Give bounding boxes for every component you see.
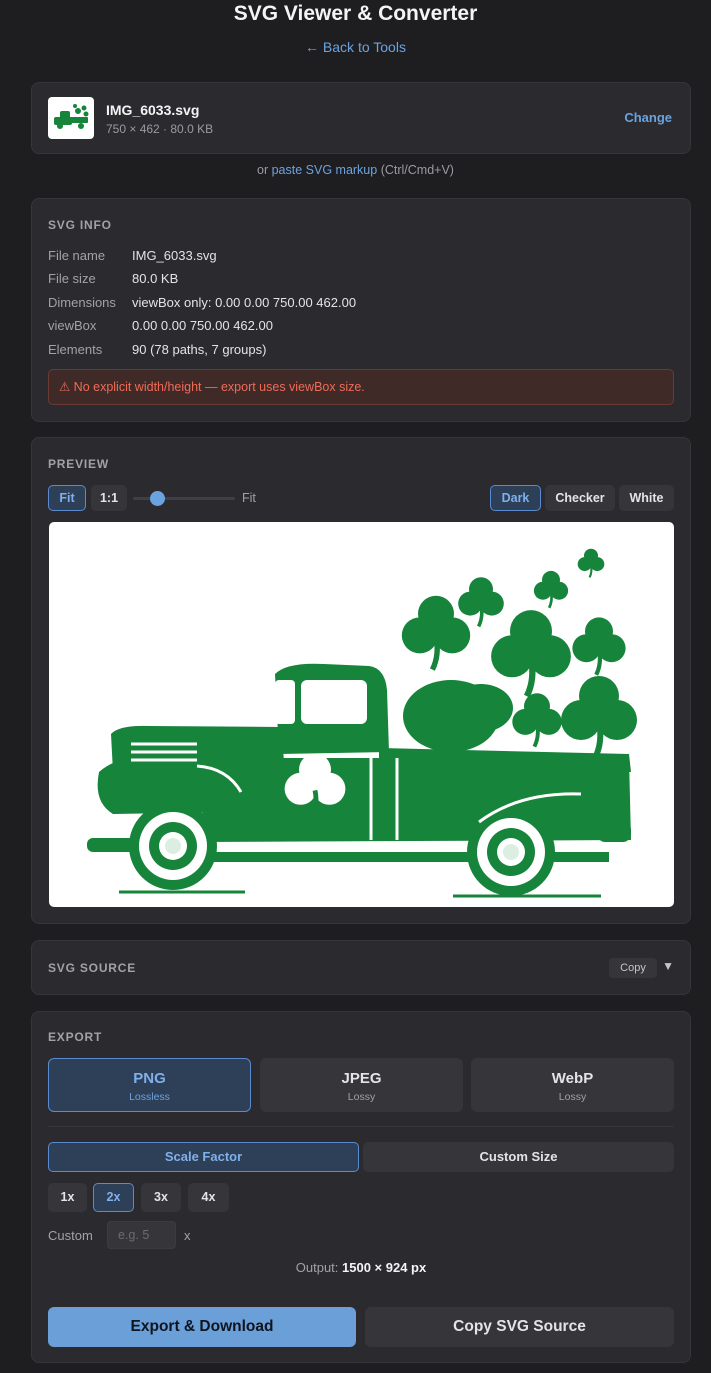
section-title-svg-info: SVG INFO xyxy=(48,218,112,232)
format-name: WebP xyxy=(551,1070,594,1087)
zoom-label: Fit xyxy=(242,491,256,505)
file-meta: 750 × 462 · 80.0 KB xyxy=(106,122,214,136)
format-sub: Lossless xyxy=(129,1091,170,1103)
export-download-button[interactable]: Export & Download xyxy=(48,1307,356,1347)
bg-white-button[interactable]: White xyxy=(619,485,674,511)
format-sub: Lossy xyxy=(558,1091,587,1103)
back-to-tools-link[interactable]: ← Back to Tools xyxy=(0,38,711,56)
scale-3x-button[interactable]: 3x xyxy=(141,1183,181,1212)
section-title-export: EXPORT xyxy=(48,1030,103,1044)
svg-source-card[interactable]: SVG SOURCE Copy ▼ xyxy=(31,940,691,995)
format-webp-button[interactable]: WebP Lossy xyxy=(471,1058,674,1112)
format-jpeg-button[interactable]: JPEG Lossy xyxy=(260,1058,463,1112)
info-key: viewBox xyxy=(48,318,97,333)
format-name: JPEG xyxy=(341,1070,382,1087)
paste-suffix: (Ctrl/Cmd+V) xyxy=(377,163,454,177)
custom-scale-input[interactable] xyxy=(107,1221,176,1249)
zoom-slider-track[interactable] xyxy=(133,497,235,500)
preview-card: PREVIEW Fit 1:1 Fit Dark Checker White xyxy=(31,437,691,924)
custom-size-tab[interactable]: Custom Size xyxy=(363,1142,674,1172)
svg-info-card: SVG INFO File name IMG_6033.svg File siz… xyxy=(31,198,691,422)
zoom-1to1-button[interactable]: 1:1 xyxy=(91,485,127,511)
info-key: Elements xyxy=(48,342,103,357)
divider xyxy=(48,1126,674,1127)
paste-svg-link[interactable]: paste SVG markup xyxy=(272,163,378,177)
info-value: 80.0 KB xyxy=(132,271,179,286)
custom-scale-suffix: x xyxy=(184,1228,191,1243)
file-thumbnail xyxy=(48,97,94,139)
zoom-slider-handle[interactable] xyxy=(150,491,165,506)
zoom-fit-button[interactable]: Fit xyxy=(48,485,86,511)
info-key: Dimensions xyxy=(48,295,116,310)
info-key: File size xyxy=(48,271,96,286)
scale-4x-button[interactable]: 4x xyxy=(188,1183,229,1212)
change-file-link[interactable]: Change xyxy=(624,110,672,125)
bg-dark-button[interactable]: Dark xyxy=(490,485,541,511)
file-card: IMG_6033.svg 750 × 462 · 80.0 KB Change xyxy=(31,82,691,154)
svg-preview-canvas xyxy=(49,522,674,907)
info-key: File name xyxy=(48,248,106,263)
copy-svg-source-button[interactable]: Copy SVG Source xyxy=(365,1307,674,1347)
output-value: 1500 × 924 px xyxy=(342,1260,427,1275)
section-title-svg-source: SVG SOURCE xyxy=(48,961,137,975)
paste-prefix: or xyxy=(257,163,272,177)
page-title: SVG Viewer & Converter xyxy=(233,2,478,25)
chevron-down-icon[interactable]: ▼ xyxy=(662,959,674,973)
custom-scale-label: Custom xyxy=(48,1228,93,1243)
export-card: EXPORT PNG Lossless JPEG Lossy WebP Loss… xyxy=(31,1011,691,1363)
info-value: 90 (78 paths, 7 groups) xyxy=(132,342,267,357)
output-size: Output: 1500 × 924 px xyxy=(32,1260,690,1275)
copy-source-button[interactable]: Copy xyxy=(609,958,657,978)
paste-hint: or paste SVG markup (Ctrl/Cmd+V) xyxy=(0,163,711,177)
scale-factor-tab[interactable]: Scale Factor xyxy=(48,1142,359,1172)
output-label: Output: xyxy=(295,1260,343,1275)
info-value: 0.00 0.00 750.00 462.00 xyxy=(132,318,273,333)
format-name: PNG xyxy=(133,1070,166,1087)
info-value: viewBox only: 0.00 0.00 750.00 462.00 xyxy=(132,295,357,310)
section-title-preview: PREVIEW xyxy=(48,457,109,471)
info-value: IMG_6033.svg xyxy=(132,248,217,263)
format-sub: Lossy xyxy=(347,1091,376,1103)
viewbox-warning: ⚠ No explicit width/height — export uses… xyxy=(48,369,674,405)
scale-1x-button[interactable]: 1x xyxy=(48,1183,87,1212)
bg-checker-button[interactable]: Checker xyxy=(545,485,615,511)
file-name: IMG_6033.svg xyxy=(106,102,200,118)
scale-2x-button[interactable]: 2x xyxy=(93,1183,134,1212)
truck-shamrock-image xyxy=(87,547,674,898)
format-png-button[interactable]: PNG Lossless xyxy=(48,1058,251,1112)
